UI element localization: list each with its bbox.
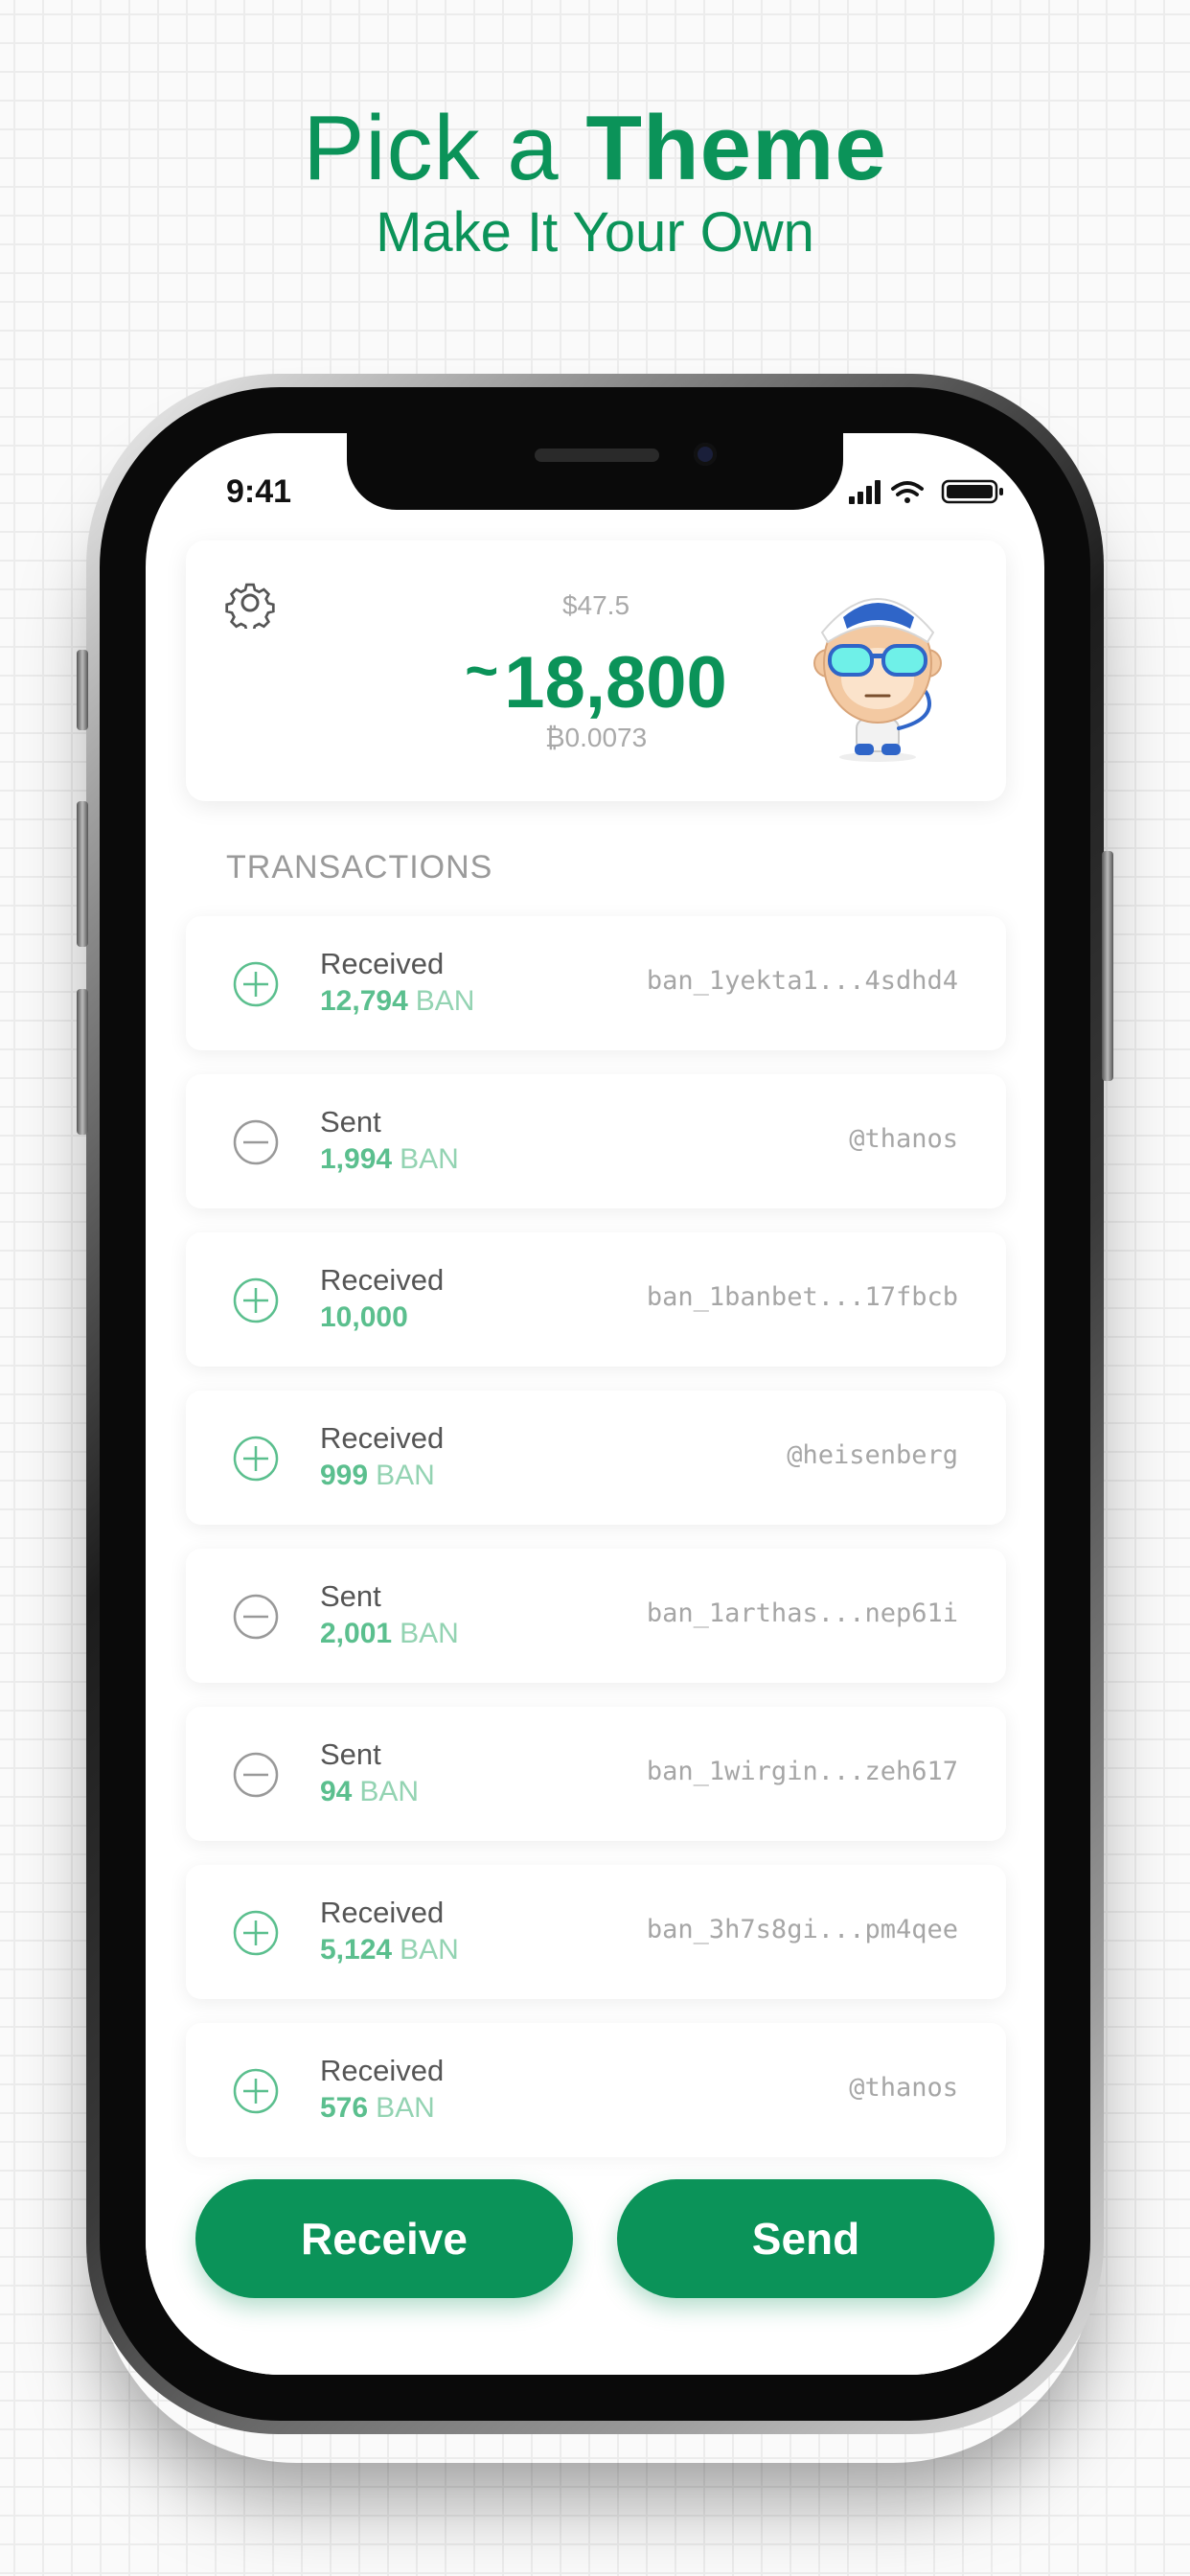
minus-circle-icon (233, 1119, 279, 1165)
power-button (1102, 851, 1113, 1081)
plus-circle-icon (233, 961, 279, 1007)
transaction-address: ban_1arthas...nep61i (646, 1598, 958, 1628)
headline-bold: Theme (585, 97, 887, 199)
transaction-amount-unit: BAN (376, 1460, 435, 1491)
transaction-amount-unit: BAN (400, 1934, 459, 1966)
transaction-type: Sent (320, 1105, 381, 1138)
battery-icon (941, 479, 1003, 504)
transaction-address: @thanos (849, 1124, 958, 1154)
plus-circle-icon (233, 1277, 279, 1323)
transaction-amount: 12,794 BAN (320, 985, 474, 1018)
silent-switch (77, 650, 88, 730)
headline: Pick a Theme (0, 96, 1190, 201)
balance-amount: 18,800 (504, 642, 727, 724)
transaction-row[interactable]: Received 999 BAN @heisenberg (186, 1391, 1006, 1525)
transaction-amount: 999 BAN (320, 1460, 435, 1492)
minus-circle-icon (233, 1594, 279, 1640)
transaction-type: Sent (320, 1737, 381, 1771)
transaction-address: ban_1banbet...17fbcb (646, 1282, 958, 1312)
transaction-address: ban_3h7s8gi...pm4qee (646, 1915, 958, 1944)
volume-down-button (77, 989, 88, 1135)
wifi-icon (891, 481, 924, 503)
transaction-amount: 2,001 BAN (320, 1618, 459, 1650)
transaction-address: ban_1wirgin...zeh617 (646, 1757, 958, 1786)
plus-circle-icon (233, 2068, 279, 2114)
transaction-row[interactable]: Sent 1,994 BAN @thanos (186, 1074, 1006, 1208)
transaction-amount: 94 BAN (320, 1776, 419, 1808)
transaction-address: @heisenberg (787, 1440, 958, 1470)
transaction-amount: 1,994 BAN (320, 1143, 459, 1176)
transaction-amount-unit: BAN (400, 1618, 459, 1649)
transaction-address: @thanos (849, 2073, 958, 2103)
transaction-row[interactable]: Received 12,794 BAN ban_1yekta1...4sdhd4 (186, 916, 1006, 1050)
transaction-type: Sent (320, 1579, 381, 1613)
transaction-amount-value: 1,994 (320, 1143, 393, 1175)
transaction-amount: 576 BAN (320, 2092, 435, 2125)
transaction-row[interactable]: Received 10,000 ban_1banbet...17fbcb (186, 1232, 1006, 1367)
transactions-header: TRANSACTIONS (226, 849, 493, 886)
volume-up-button (77, 801, 88, 947)
transaction-amount-value: 999 (320, 1460, 369, 1491)
transaction-amount-unit: BAN (415, 985, 475, 1017)
transaction-amount: 10,000 (320, 1301, 416, 1334)
status-icons (849, 479, 1003, 504)
signal-icon (849, 480, 881, 504)
transaction-type: Received (320, 947, 445, 980)
transaction-amount-value: 12,794 (320, 985, 408, 1017)
notch (347, 433, 843, 510)
transaction-row[interactable]: Sent 94 BAN ban_1wirgin...zeh617 (186, 1707, 1006, 1841)
transaction-amount-unit: BAN (359, 1776, 420, 1807)
monkey-avatar[interactable] (811, 575, 973, 767)
transaction-amount-value: 576 (320, 2092, 369, 2124)
plus-circle-icon (233, 1436, 279, 1482)
transaction-type: Received (320, 1896, 445, 1929)
receive-button[interactable]: Receive (195, 2179, 573, 2298)
transaction-type: Received (320, 1421, 445, 1455)
transaction-amount-unit: BAN (400, 1143, 459, 1175)
transaction-amount-value: 10,000 (320, 1301, 408, 1333)
transaction-type: Received (320, 2054, 445, 2087)
plus-circle-icon (233, 1910, 279, 1956)
transaction-address: ban_1yekta1...4sdhd4 (646, 966, 958, 996)
approx-sign: ~ (465, 638, 499, 702)
transaction-amount-value: 94 (320, 1776, 353, 1807)
transaction-row[interactable]: Sent 2,001 BAN ban_1arthas...nep61i (186, 1549, 1006, 1683)
headline-light: Pick a (303, 97, 560, 199)
app-screen: 9:41 $47.5 ~18,800 ₿0.0073 TRANSACTIONS … (146, 433, 1044, 2375)
transaction-amount-unit: BAN (376, 2092, 435, 2124)
transaction-type: Received (320, 1263, 445, 1297)
transaction-amount: 5,124 BAN (320, 1934, 459, 1966)
status-time: 9:41 (226, 473, 292, 510)
transaction-row[interactable]: Received 5,124 BAN ban_3h7s8gi...pm4qee (186, 1865, 1006, 1999)
front-camera (694, 443, 717, 466)
transaction-amount-value: 5,124 (320, 1934, 393, 1966)
transaction-amount-value: 2,001 (320, 1618, 393, 1649)
minus-circle-icon (233, 1752, 279, 1798)
subheadline: Make It Your Own (376, 201, 814, 264)
balance-card: $47.5 ~18,800 ₿0.0073 (186, 540, 1006, 801)
send-button[interactable]: Send (617, 2179, 995, 2298)
speaker (535, 448, 659, 462)
